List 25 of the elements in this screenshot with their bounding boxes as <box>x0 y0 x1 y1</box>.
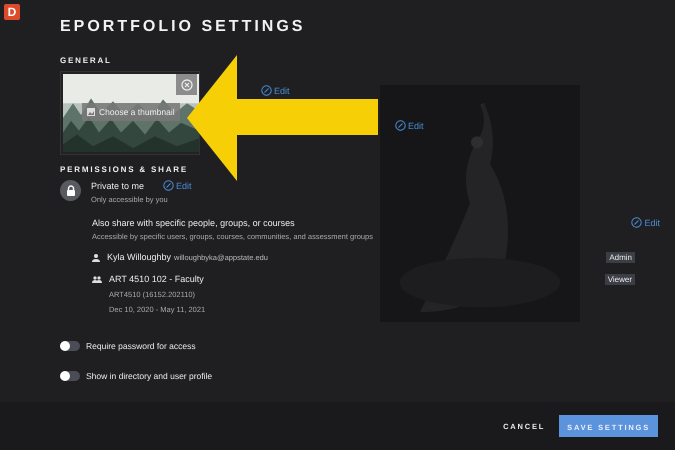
lock-icon <box>60 180 81 201</box>
toggle-label: Show in directory and user profile <box>86 371 212 381</box>
edit-link[interactable]: Edit <box>163 180 192 191</box>
role-tag: Admin <box>606 252 635 263</box>
edit-link[interactable]: Edit <box>395 120 424 131</box>
page-title: EPORTFOLIO SETTINGS <box>60 18 306 36</box>
member-name: Kyla Willoughby <box>107 252 172 262</box>
toggle-switch[interactable] <box>60 341 80 351</box>
section-heading: GENERAL <box>60 56 113 65</box>
toggle-switch[interactable] <box>60 371 80 381</box>
choose-thumbnail-button[interactable]: Choose a thumbnail <box>82 103 180 121</box>
edit-link[interactable]: Edit <box>261 85 290 96</box>
section-heading: PERMISSIONS & SHARE <box>60 165 189 174</box>
group-icon <box>92 276 102 283</box>
edit-link[interactable]: Edit <box>631 217 660 228</box>
role-tag: Viewer <box>604 274 635 285</box>
person-icon <box>92 254 100 262</box>
image-icon <box>87 108 95 116</box>
remove-thumbnail-button[interactable] <box>176 74 197 95</box>
app-logo[interactable]: D <box>4 4 20 20</box>
toggle-label: Require password for access <box>86 341 196 351</box>
close-icon <box>180 78 192 90</box>
share-title: Also share with specific people, groups, or courses <box>92 218 295 228</box>
privacy-title: Private to me <box>91 180 144 190</box>
member-name: ART 4510 102 - Faculty <box>109 274 204 284</box>
